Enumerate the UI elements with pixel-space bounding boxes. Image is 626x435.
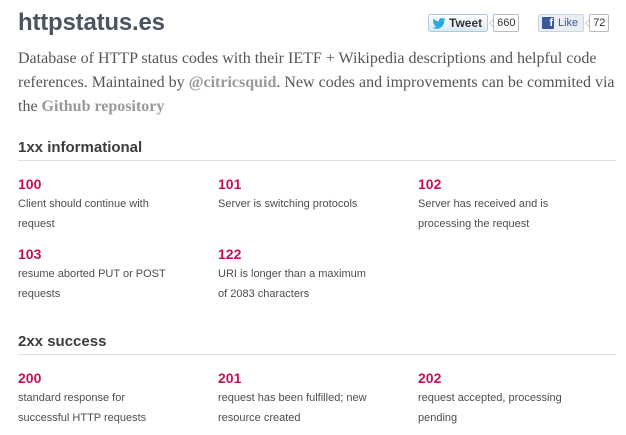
section-2xx: 2xx success 200 standard response for su…: [18, 333, 616, 435]
status-code-description: resume aborted PUT or POST requests: [18, 268, 166, 300]
code-grid: 200 standard response for successful HTT…: [18, 355, 616, 435]
status-code-122: 122 URI is longer than a maximum of 2083…: [218, 246, 378, 304]
status-code-link[interactable]: 201: [218, 370, 378, 386]
status-code-202: 202 request accepted, processing pending: [418, 370, 578, 428]
facebook-icon: f: [542, 17, 554, 29]
status-code-link[interactable]: 202: [418, 370, 578, 386]
intro-text: Database of HTTP status codes with their…: [18, 50, 615, 115]
status-code-description: Server has received and is processing th…: [418, 198, 549, 230]
status-code-200: 200 standard response for successful HTT…: [18, 370, 178, 428]
status-code-description: URI is longer than a maximum of 2083 cha…: [218, 268, 366, 300]
status-code-102: 102 Server has received and is processin…: [418, 176, 578, 234]
status-code-description: request has been fulfilled; new resource…: [218, 392, 367, 424]
status-code-100: 100 Client should continue with request: [18, 176, 178, 234]
like-count: 72: [585, 14, 610, 32]
site-title[interactable]: httpstatus.es: [18, 9, 165, 37]
tweet-widget: Tweet 660: [428, 13, 520, 33]
github-repository-link[interactable]: Github repository: [42, 98, 165, 115]
like-button-label: Like: [558, 17, 579, 29]
status-code-101: 101 Server is switching protocols: [218, 176, 378, 214]
section-title: 2xx success: [18, 333, 616, 355]
status-code-link[interactable]: 122: [218, 246, 378, 262]
status-code-link[interactable]: 103: [18, 246, 178, 262]
code-grid: 100 Client should continue with request …: [18, 161, 616, 301]
status-code-link[interactable]: 200: [18, 370, 178, 386]
status-code-link[interactable]: 100: [18, 176, 178, 192]
status-code-description: request accepted, processing pending: [418, 392, 562, 424]
section-1xx: 1xx informational 100 Client should cont…: [18, 139, 616, 301]
author-link[interactable]: @citricsquid: [189, 74, 277, 91]
status-code-201: 201 request has been fulfilled; new reso…: [218, 370, 378, 428]
status-code-description: Client should continue with request: [18, 198, 149, 230]
tweet-count: 660: [489, 14, 520, 32]
status-code-description: standard response for successful HTTP re…: [18, 392, 147, 424]
tweet-button[interactable]: Tweet: [428, 14, 489, 32]
tweet-button-label: Tweet: [449, 16, 483, 30]
like-button[interactable]: f Like: [538, 14, 585, 32]
status-code-link[interactable]: 101: [218, 176, 378, 192]
status-code-description: Server is switching protocols: [218, 198, 358, 210]
status-code-link[interactable]: 102: [418, 176, 578, 192]
section-title: 1xx informational: [18, 139, 616, 161]
like-widget: f Like 72: [538, 13, 610, 33]
status-code-103: 103 resume aborted PUT or POST requests: [18, 246, 178, 304]
twitter-bird-icon: [432, 17, 446, 29]
